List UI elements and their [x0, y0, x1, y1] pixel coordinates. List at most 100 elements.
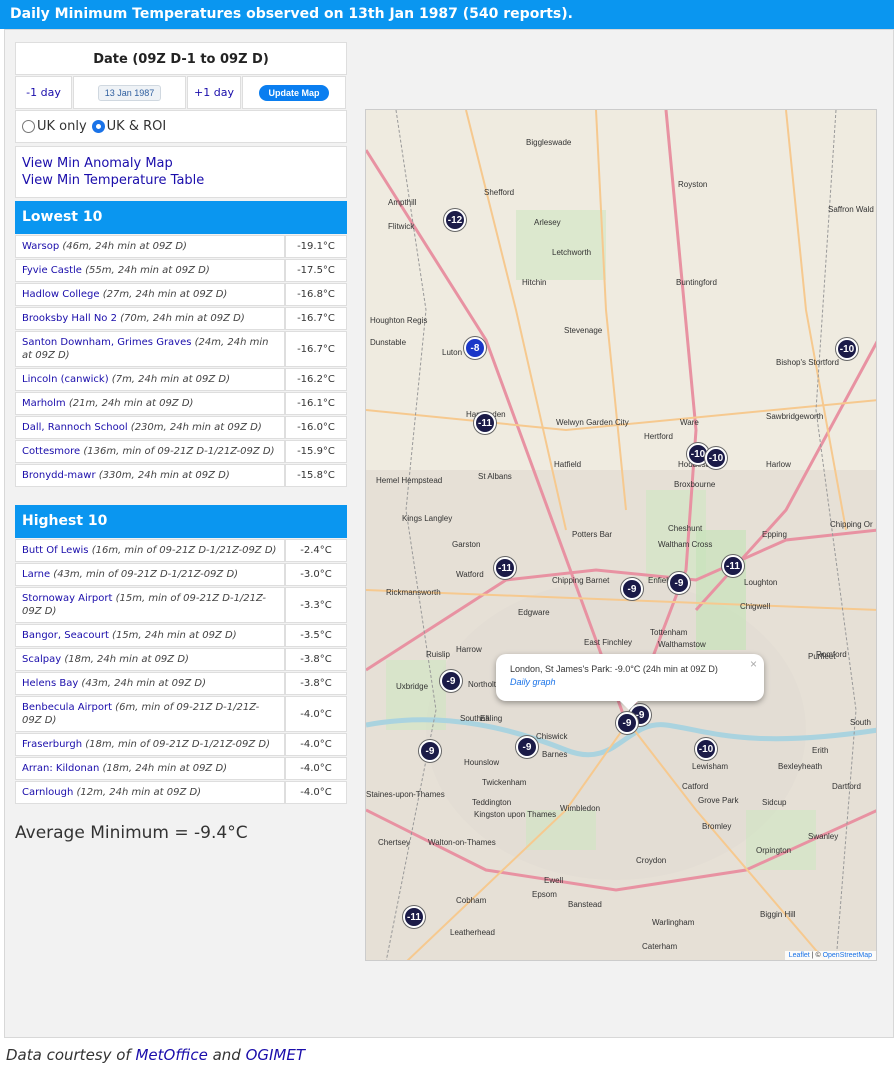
map-place-label: Biggin Hill — [760, 910, 796, 919]
map-marker[interactable]: -10 — [695, 738, 717, 760]
map-marker[interactable]: -9 — [440, 670, 462, 692]
lowest-table: Warsop (46m, 24h min at 09Z D) -19.1°C Fyv… — [15, 234, 347, 488]
map-marker[interactable]: -9 — [516, 736, 538, 758]
station-link[interactable]: Marholm — [22, 398, 66, 409]
station-link[interactable]: Hadlow College — [22, 289, 100, 300]
map-place-label: Croydon — [636, 856, 667, 865]
update-map-button[interactable]: Update Map — [259, 84, 329, 101]
temperature-value: -16.7°C — [285, 307, 347, 330]
map-place-label: Dartford — [832, 782, 861, 791]
station-link[interactable]: Scalpay — [22, 654, 61, 665]
map-place-label: Northolt — [468, 680, 497, 689]
map-place-label: Twickenham — [482, 778, 527, 787]
osm-link[interactable]: OpenStreetMap — [823, 952, 872, 959]
map-place-label: Buntingford — [676, 278, 717, 287]
map-place-label: Watford — [456, 570, 484, 579]
metoffice-link[interactable]: MetOffice — [135, 1046, 207, 1064]
map-marker[interactable]: -10 — [705, 447, 727, 469]
popup-close-button[interactable]: × — [750, 657, 757, 671]
table-row: Carnlough (12m, 24h min at 09Z D) -4.0°C — [15, 781, 347, 804]
map-place-label: Broxbourne — [674, 480, 716, 489]
map-place-label: Cheshunt — [668, 524, 703, 533]
station-link[interactable]: Butt Of Lewis — [22, 545, 89, 556]
station-cell: Stornoway Airport (15m, min of 09-21Z D-… — [15, 587, 285, 623]
temperature-value: -4.0°C — [285, 781, 347, 804]
popup-text: London, St James's Park: -9.0°C (24h min… — [510, 664, 718, 674]
station-link[interactable]: Warsop — [22, 241, 59, 252]
station-link[interactable]: Fyvie Castle — [22, 265, 82, 276]
next-day-link[interactable]: +1 day — [194, 86, 234, 99]
temperature-value: -15.9°C — [285, 440, 347, 463]
temperature-table-link[interactable]: View Min Temperature Table — [22, 172, 340, 189]
map-place-label: Rickmansworth — [386, 588, 441, 597]
map-place-label: Caterham — [642, 942, 678, 951]
map-place-label: Catford — [682, 782, 709, 791]
map-place-label: Wimbledon — [560, 804, 601, 813]
update-cell: Update Map — [242, 76, 346, 109]
map-marker[interactable]: -9 — [419, 740, 441, 762]
station-link[interactable]: Fraserburgh — [22, 739, 82, 750]
station-link[interactable]: Arran: Kildonan — [22, 763, 99, 774]
prev-day-link[interactable]: -1 day — [26, 86, 61, 99]
leaflet-link[interactable]: Leaflet — [789, 952, 810, 959]
map-place-label: Harlow — [766, 460, 791, 469]
table-row: Fyvie Castle (55m, 24h min at 09Z D) -17.… — [15, 259, 347, 282]
temperature-value: -3.0°C — [285, 563, 347, 586]
station-link[interactable]: Bronydd-mawr — [22, 470, 96, 481]
station-link[interactable]: Lincoln (canwick) — [22, 374, 109, 385]
table-row: Bangor, Seacourt (15m, 24h min at 09Z D)… — [15, 624, 347, 647]
table-row: Marholm (21m, 24h min at 09Z D) -16.1°C — [15, 392, 347, 415]
map-place-label: Welwyn Garden City — [556, 418, 629, 427]
map-place-label: Erith — [812, 746, 829, 755]
table-row: Arran: Kildonan (18m, 24h min at 09Z D) -… — [15, 757, 347, 780]
map-place-label: Cobham — [456, 896, 487, 905]
map-place-label: Barnes — [542, 750, 568, 759]
anomaly-map-link[interactable]: View Min Anomaly Map — [22, 155, 340, 172]
map-place-label: Chertsey — [378, 838, 411, 847]
map-place-label: Sawbridgeworth — [766, 412, 824, 421]
map-marker[interactable]: -11 — [403, 906, 425, 928]
temperature-map[interactable]: Biggleswade Shefford Royston Saffron Wald Am… — [365, 109, 877, 961]
station-link[interactable]: Helens Bay — [22, 678, 78, 689]
station-link[interactable]: Dall, Rannoch School — [22, 422, 128, 433]
station-link[interactable]: Larne — [22, 569, 50, 580]
map-place-label: Ware — [680, 418, 699, 427]
table-row: Benbecula Airport (6m, min of 09-21Z D-1… — [15, 696, 347, 732]
map-place-label: Epsom — [532, 890, 557, 899]
map-marker[interactable]: -12 — [444, 209, 466, 231]
station-link[interactable]: Benbecula Airport — [22, 702, 112, 713]
map-marker[interactable]: -11 — [474, 412, 496, 434]
map-place-label: Kings Langley — [402, 514, 453, 523]
map-marker[interactable]: -8 — [464, 337, 486, 359]
date-cell: 13 Jan 1987 — [73, 76, 186, 109]
station-link[interactable]: Stornoway Airport — [22, 593, 112, 604]
station-link[interactable]: Cottesmore — [22, 446, 80, 457]
map-place-label: Bromley — [702, 822, 732, 831]
map-marker[interactable]: -11 — [722, 555, 744, 577]
map-place-label: Shefford — [484, 188, 515, 197]
map-place-label: Warlingham — [652, 918, 695, 927]
station-cell: Warsop (46m, 24h min at 09Z D) — [15, 235, 285, 258]
map-place-label: Ealing — [480, 714, 503, 723]
ogimet-link[interactable]: OGIMET — [246, 1046, 305, 1064]
uk-roi-radio[interactable] — [91, 120, 105, 133]
uk-only-label: UK only — [37, 119, 87, 134]
station-link[interactable]: Brooksby Hall No 2 — [22, 313, 117, 324]
station-link[interactable]: Carnlough — [22, 787, 73, 798]
uk-only-radio[interactable] — [22, 120, 35, 133]
temperature-value: -2.4°C — [285, 539, 347, 562]
map-marker[interactable]: -9 — [616, 712, 638, 734]
daily-graph-link[interactable]: Daily graph — [510, 677, 750, 687]
station-link[interactable]: Santon Downham, Grimes Graves — [22, 337, 191, 348]
station-link[interactable]: Bangor, Seacourt — [22, 630, 109, 641]
station-cell: Fyvie Castle (55m, 24h min at 09Z D) — [15, 259, 285, 282]
map-marker[interactable]: -11 — [494, 557, 516, 579]
map-marker[interactable]: -9 — [668, 572, 690, 594]
temperature-value: -4.0°C — [285, 696, 347, 732]
map-place-label: Staines-upon-Thames — [366, 790, 445, 799]
map-marker[interactable]: -9 — [621, 578, 643, 600]
temperature-value: -17.5°C — [285, 259, 347, 282]
map-place-label: Ruislip — [426, 650, 451, 659]
date-input[interactable]: 13 Jan 1987 — [97, 84, 162, 101]
map-marker[interactable]: -10 — [836, 338, 858, 360]
